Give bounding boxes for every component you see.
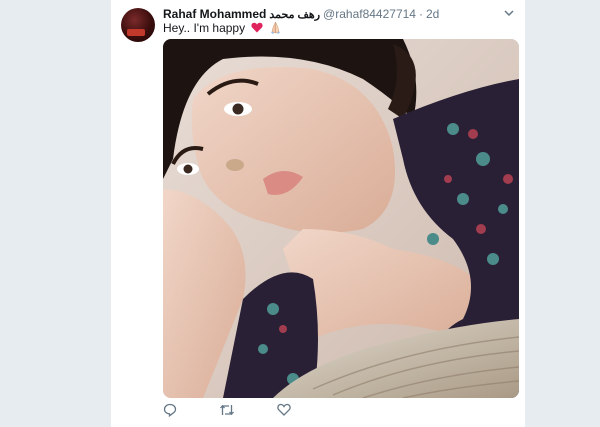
author-name-arabic[interactable]: رهف محمد bbox=[269, 9, 320, 21]
author-name[interactable]: Rahaf Mohammed bbox=[163, 7, 266, 21]
tweet-text-content: Hey.. I'm happy bbox=[163, 21, 246, 35]
chevron-down-icon[interactable] bbox=[503, 8, 515, 18]
separator-dot: · bbox=[418, 7, 423, 21]
tweet-actions bbox=[163, 403, 363, 421]
tweet-timestamp[interactable]: 2d bbox=[426, 7, 439, 21]
tweet-photo[interactable] bbox=[163, 39, 519, 398]
tweet-header: Rahaf Mohammed رهف محمد @rahaf84427714 · 2d bbox=[163, 6, 517, 22]
avatar-badge bbox=[127, 29, 145, 36]
heart-icon[interactable] bbox=[277, 403, 295, 421]
retweet-icon[interactable] bbox=[219, 403, 237, 421]
reply-icon[interactable] bbox=[163, 403, 181, 421]
author-handle[interactable]: @rahaf84427714 bbox=[323, 7, 416, 21]
tweet-text: Hey.. I'm happy bbox=[163, 21, 282, 35]
avatar[interactable] bbox=[121, 8, 155, 42]
praying-hands-emoji bbox=[269, 21, 282, 35]
photo-illustration bbox=[163, 39, 519, 398]
heart-emoji bbox=[251, 21, 266, 35]
tweet-card[interactable]: Rahaf Mohammed رهف محمد @rahaf84427714 · 2d … bbox=[110, 0, 526, 427]
